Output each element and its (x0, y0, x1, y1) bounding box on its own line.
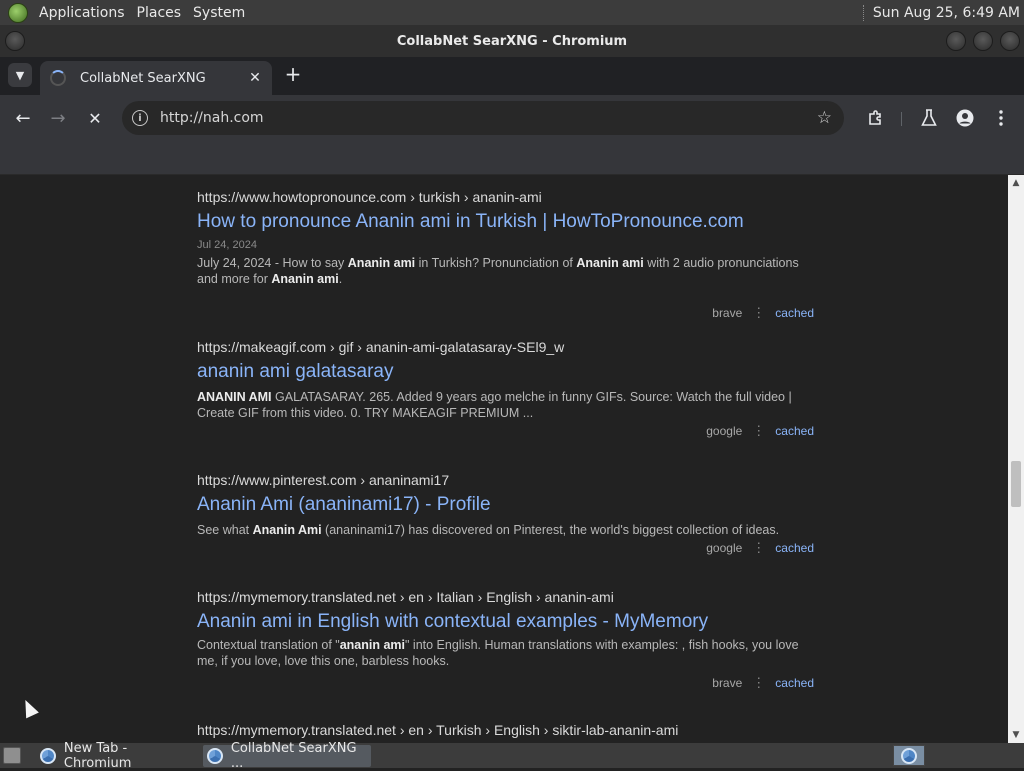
highlight-term: Ananin ami (576, 256, 644, 270)
toolbar-divider (901, 112, 902, 126)
kebab-menu-icon[interactable] (989, 106, 1013, 130)
site-info-icon[interactable]: i (132, 110, 148, 126)
more-options-icon[interactable]: ⋮ (752, 675, 765, 691)
tab-strip: ▼ CollabNet SearXNG ✕ + (0, 57, 1024, 95)
tray-chromium-icon[interactable] (893, 745, 925, 766)
result-item: https://www.pinterest.com › ananinami17 … (197, 472, 817, 562)
new-tab-button[interactable]: + (282, 62, 304, 86)
url-text[interactable]: http://nah.com (160, 110, 817, 126)
result-snippet: Contextual translation of "ananin ami" i… (197, 637, 817, 669)
chromium-icon (40, 748, 56, 764)
browser-toolbar: ← → ✕ i http://nah.com ☆ (0, 95, 1024, 141)
result-url[interactable]: https://www.howtopronounce.com › turkish… (197, 189, 817, 205)
result-meta: google ⋮ cached (706, 423, 814, 439)
snippet-text: See what (197, 523, 253, 537)
result-meta: brave ⋮ cached (712, 675, 814, 691)
highlight-term: Ananin ami (347, 256, 416, 270)
chromium-icon (207, 748, 223, 764)
result-date: Jul 24, 2024 (197, 239, 257, 251)
forward-button[interactable]: → (46, 106, 70, 130)
panel-separator (862, 4, 865, 21)
applications-menu[interactable]: Applications (33, 5, 131, 21)
window-title: CollabNet SearXNG - Chromium (396, 33, 628, 49)
result-item: https://mymemory.translated.net › en › I… (197, 589, 817, 699)
result-engine: brave (712, 676, 743, 690)
highlight-term: Ananin Ami (252, 523, 322, 537)
snippet-text: GALATASARAY. 265. Added 9 years ago melc… (197, 390, 792, 420)
result-meta: brave ⋮ cached (712, 305, 814, 321)
chevron-down-icon: ▼ (15, 68, 25, 82)
result-engine: google (706, 424, 743, 438)
tab-collabnet-searxng[interactable]: CollabNet SearXNG ✕ (40, 61, 272, 95)
places-menu[interactable]: Places (131, 5, 188, 21)
taskbar-item-label: CollabNet SearXNG ... (230, 741, 357, 771)
snippet-text: July 24, 2024 - How to say (197, 256, 348, 270)
tab-title: CollabNet SearXNG (80, 70, 206, 86)
taskbar-item-label: New Tab - Chromium (63, 741, 132, 771)
scroll-down-arrow-icon[interactable]: ▼ (1008, 727, 1024, 743)
bookmark-star-icon[interactable]: ☆ (817, 108, 832, 128)
profile-avatar-icon[interactable] (953, 106, 977, 130)
taskbar-item-searxng[interactable]: CollabNet SearXNG ... (203, 741, 371, 771)
cached-link[interactable]: cached (775, 306, 814, 320)
result-title-link[interactable]: ananin ami galatasaray (197, 361, 817, 383)
window-menu-button[interactable] (5, 31, 25, 51)
chromium-icon (901, 747, 917, 764)
cached-link[interactable]: cached (775, 541, 814, 555)
highlight-term: ananin ami (339, 638, 406, 652)
highlight-term: ANANIN AMI (197, 390, 272, 404)
address-bar[interactable]: i http://nah.com ☆ (122, 101, 844, 135)
scroll-up-arrow-icon[interactable]: ▲ (1008, 175, 1024, 191)
gnome-foot-icon[interactable] (8, 2, 28, 23)
show-desktop-icon[interactable] (3, 747, 21, 764)
snippet-text: Contextual translation of " (197, 638, 340, 652)
result-url[interactable]: https://makeagif.com › gif › ananin-ami-… (197, 339, 817, 355)
clock[interactable]: Sun Aug 25, 6:49 AM (873, 5, 1020, 21)
result-title-link[interactable]: How to pronounce Ananin ami in Turkish |… (197, 211, 817, 233)
result-meta: google ⋮ cached (706, 540, 814, 556)
system-menu[interactable]: System (187, 5, 251, 21)
window-titlebar[interactable]: CollabNet SearXNG - Chromium (0, 25, 1024, 57)
result-snippet: See what Ananin Ami (ananinami17) has di… (197, 522, 817, 538)
snippet-text: . (338, 272, 343, 286)
extensions-icon[interactable] (864, 106, 888, 130)
result-snippet: ANANIN AMI GALATASARAY. 265. Added 9 yea… (197, 389, 817, 421)
result-title-link[interactable]: Ananin ami in English with contextual ex… (197, 611, 817, 633)
result-title-link[interactable]: Ananin Ami (ananinami17) - Profile (197, 494, 817, 516)
result-item: https://www.howtopronounce.com › turkish… (197, 189, 817, 320)
taskbar-item-new-tab[interactable]: New Tab - Chromium (36, 741, 198, 771)
snippet-text: in Turkish? Pronunciation of (415, 256, 577, 270)
more-options-icon[interactable]: ⋮ (752, 540, 765, 556)
scrollbar-thumb[interactable] (1011, 461, 1021, 507)
result-snippet: July 24, 2024 - How to say Ananin ami in… (197, 255, 817, 287)
result-engine: brave (712, 306, 743, 320)
page-viewport: https://www.howtopronounce.com › turkish… (0, 175, 1008, 743)
maximize-button[interactable] (973, 31, 993, 51)
cached-link[interactable]: cached (775, 424, 814, 438)
more-options-icon[interactable]: ⋮ (752, 305, 765, 321)
bottom-taskbar: New Tab - Chromium CollabNet SearXNG ... (0, 741, 1024, 771)
top-panel: Applications Places System Sun Aug 25, 6… (0, 0, 1024, 25)
page-scrollbar[interactable]: ▲ ▼ (1008, 175, 1024, 743)
cached-link[interactable]: cached (775, 676, 814, 690)
result-item: https://mymemory.translated.net › en › T… (197, 722, 817, 743)
close-window-button[interactable] (1000, 31, 1020, 51)
result-engine: google (706, 541, 743, 555)
result-url[interactable]: https://mymemory.translated.net › en › I… (197, 589, 817, 605)
back-button[interactable]: ← (11, 106, 35, 130)
minimize-button[interactable] (946, 31, 966, 51)
labs-flask-icon[interactable] (917, 106, 941, 130)
result-url[interactable]: https://www.pinterest.com › ananinami17 (197, 472, 817, 488)
tab-search-button[interactable]: ▼ (8, 63, 32, 87)
loading-spinner-icon (50, 70, 66, 86)
result-item: https://makeagif.com › gif › ananin-ami-… (197, 339, 817, 449)
stop-button[interactable]: ✕ (83, 106, 107, 130)
close-tab-button[interactable]: ✕ (244, 70, 266, 86)
result-url[interactable]: https://mymemory.translated.net › en › T… (197, 722, 817, 738)
bookmarks-bar (0, 141, 1024, 175)
highlight-term: Ananin ami (271, 272, 339, 286)
more-options-icon[interactable]: ⋮ (752, 423, 765, 439)
snippet-text: (ananinami17) has discovered on Pinteres… (321, 523, 780, 537)
